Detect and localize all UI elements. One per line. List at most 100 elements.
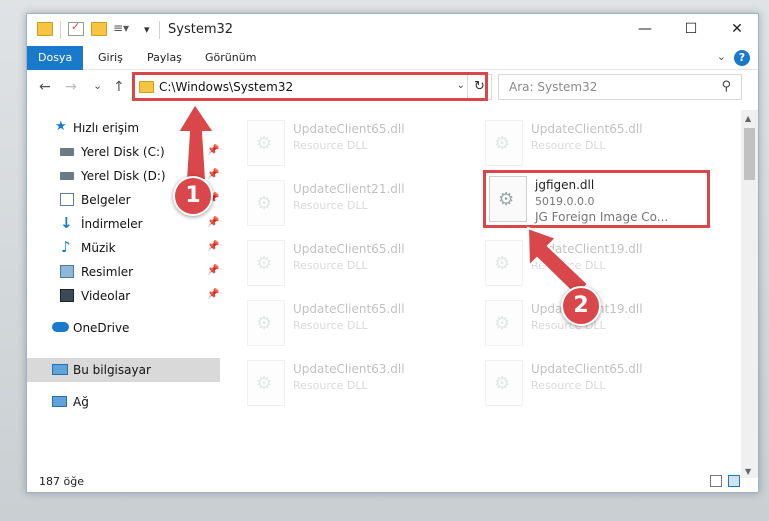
- sidebar-item-label: OneDrive: [73, 321, 130, 335]
- sidebar-item-label: Belgeler: [81, 193, 131, 207]
- item-count: 187 öğe: [39, 475, 84, 488]
- network-icon: [52, 396, 67, 407]
- title-bar: ✓ ≡▾ ▾ System32 — ☐ ✕: [27, 14, 758, 46]
- file-description: Resource DLL: [531, 259, 606, 272]
- search-icon: ⚲: [721, 79, 731, 94]
- sidebar-item-label: Yerel Disk (D:): [81, 169, 166, 183]
- dll-file-icon: ⚙: [247, 120, 285, 166]
- pin-icon[interactable]: 📌: [207, 289, 219, 300]
- tab-view[interactable]: Görünüm: [194, 46, 267, 70]
- file-description: Resource DLL: [293, 259, 368, 272]
- file-name: UpdateClient19.dll: [531, 242, 643, 256]
- back-button[interactable]: ←: [39, 79, 51, 95]
- navigation-pane: ★ Hızlı erişim Yerel Disk (C:) 📌 Yerel D…: [27, 110, 220, 462]
- status-bar: 187 öğe: [27, 470, 758, 492]
- file-highlight: [483, 170, 710, 228]
- sidebar-item-label: Videolar: [81, 289, 131, 303]
- scroll-up-icon[interactable]: ▲: [745, 114, 751, 123]
- music-icon: ♪: [61, 238, 71, 256]
- file-name: UpdateClient21.dll: [293, 182, 405, 196]
- dll-file-icon: ⚙: [247, 180, 285, 226]
- file-description: Resource DLL: [531, 379, 606, 392]
- sidebar-item-label: Bu bilgisayar: [73, 363, 151, 377]
- pin-icon[interactable]: 📌: [207, 265, 219, 276]
- download-icon: ↓: [60, 214, 73, 232]
- file-name: UpdateClient63.dll: [293, 362, 405, 376]
- properties-icon[interactable]: ✓: [68, 20, 84, 36]
- sidebar-item-music[interactable]: ♪ Müzik 📌: [27, 236, 220, 260]
- search-input[interactable]: Ara: System32 ⚲: [498, 74, 742, 100]
- quick-access-menu-icon[interactable]: ≡▾: [113, 22, 129, 36]
- list-item[interactable]: ⚙ UpdateClient65.dll Resource DLL: [247, 120, 467, 170]
- file-name: UpdateClient65.dll: [293, 242, 405, 256]
- list-item[interactable]: ⚙ UpdateClient19.dll Resource DLL: [485, 240, 705, 290]
- pictures-icon: [60, 265, 74, 278]
- sidebar-item-label: Ağ: [73, 395, 89, 409]
- divider: [159, 21, 160, 39]
- drive-icon: [60, 148, 74, 156]
- tab-home[interactable]: Giriş: [87, 46, 134, 70]
- sidebar-item-label: Hızlı erişim: [73, 121, 140, 135]
- pin-icon[interactable]: 📌: [207, 217, 219, 228]
- address-bar-highlight: [132, 72, 488, 101]
- sidebar-item-label: Resimler: [81, 265, 134, 279]
- file-description: Resource DLL: [293, 199, 368, 212]
- sidebar-item-videos[interactable]: Videolar 📌: [27, 284, 220, 308]
- divider: [60, 21, 61, 39]
- window-title: System32: [168, 22, 234, 37]
- file-description: Resource DLL: [531, 139, 606, 152]
- list-item[interactable]: ⚙ UpdateClient21.dll Resource DLL: [247, 180, 467, 230]
- scrollbar-thumb[interactable]: [744, 128, 755, 180]
- video-icon: [60, 289, 74, 302]
- drive-icon: [60, 172, 74, 180]
- customize-toolbar-icon[interactable]: ▾: [144, 23, 150, 36]
- pin-icon[interactable]: 📌: [207, 241, 219, 252]
- sidebar-item-quick-access[interactable]: ★ Hızlı erişim: [27, 116, 220, 140]
- step-2-badge: 2: [561, 286, 601, 326]
- file-description: Resource DLL: [293, 319, 368, 332]
- sidebar-item-this-pc[interactable]: Bu bilgisayar: [27, 358, 220, 382]
- computer-icon: [52, 364, 68, 375]
- tab-share[interactable]: Paylaş: [136, 46, 193, 70]
- file-name: UpdateClient65.dll: [531, 122, 643, 136]
- new-folder-icon[interactable]: [91, 22, 107, 36]
- list-item[interactable]: ⚙ UpdateClient65.dll Resource DLL: [247, 300, 467, 350]
- sidebar-item-network[interactable]: Ağ: [27, 390, 220, 414]
- dll-file-icon: ⚙: [247, 240, 285, 286]
- file-name: UpdateClient65.dll: [293, 302, 405, 316]
- dll-file-icon: ⚙: [485, 360, 523, 406]
- pin-icon[interactable]: 📌: [207, 145, 219, 156]
- tab-file[interactable]: Dosya: [27, 46, 84, 70]
- minimize-button[interactable]: —: [622, 14, 668, 46]
- forward-button[interactable]: →: [65, 79, 77, 95]
- up-button[interactable]: ↑: [113, 79, 125, 95]
- file-name: UpdateClient65.dll: [531, 362, 643, 376]
- file-description: Resource DLL: [293, 379, 368, 392]
- expand-ribbon-icon[interactable]: ⌄: [717, 50, 726, 63]
- step-1-badge: 1: [173, 176, 213, 216]
- search-placeholder: Ara: System32: [509, 80, 598, 94]
- recent-locations-button[interactable]: ⌄: [93, 79, 102, 92]
- details-view-icon[interactable]: [710, 475, 722, 487]
- tiles-view-icon[interactable]: [728, 475, 740, 487]
- list-item[interactable]: ⚙ UpdateClient65.dll Resource DLL: [247, 240, 467, 290]
- sidebar-item-pictures[interactable]: Resimler 📌: [27, 260, 220, 284]
- list-item[interactable]: ⚙ UpdateClient65.dll Resource DLL: [485, 360, 705, 410]
- dll-file-icon: ⚙: [485, 120, 523, 166]
- sidebar-item-disk-c[interactable]: Yerel Disk (C:) 📌: [27, 140, 220, 164]
- sidebar-item-onedrive[interactable]: OneDrive: [27, 316, 220, 340]
- vertical-scrollbar[interactable]: ▲ ▼: [741, 110, 758, 478]
- list-item[interactable]: ⚙ UpdateClient63.dll Resource DLL: [247, 360, 467, 410]
- maximize-button[interactable]: ☐: [668, 14, 714, 46]
- file-list: ⚙ UpdateClient65.dll Resource DLL ⚙ Upda…: [231, 110, 737, 465]
- file-name: UpdateClient65.dll: [293, 122, 405, 136]
- close-button[interactable]: ✕: [714, 14, 760, 46]
- list-item[interactable]: ⚙ UpdateClient65.dll Resource DLL: [485, 120, 705, 170]
- sidebar-item-label: Müzik: [81, 241, 116, 255]
- help-icon[interactable]: ?: [734, 50, 750, 66]
- sidebar-item-label: İndirmeler: [81, 217, 143, 231]
- ribbon-tabs: Dosya Giriş Paylaş Görünüm ⌄ ?: [27, 46, 758, 70]
- cloud-icon: [52, 322, 69, 332]
- pin-icon[interactable]: 📌: [207, 169, 219, 180]
- documents-icon: [60, 193, 74, 206]
